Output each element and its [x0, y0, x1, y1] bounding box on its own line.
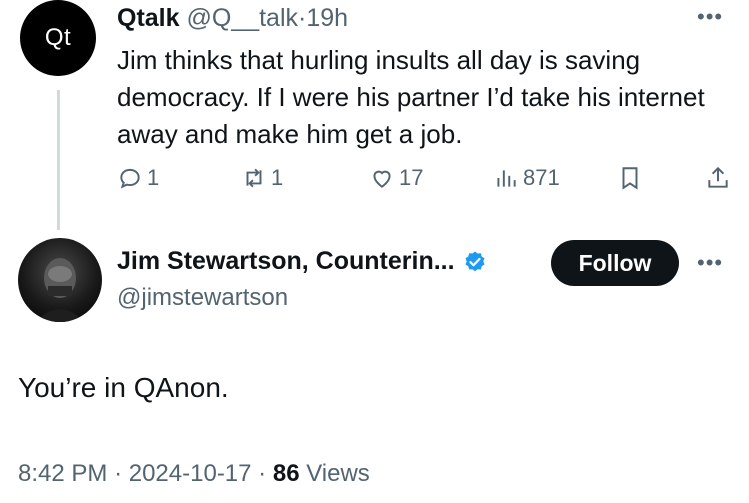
tweet-time[interactable]: 19h — [306, 4, 348, 32]
views-count: 871 — [523, 165, 560, 190]
avatar-qtalk[interactable]: Qt — [20, 0, 96, 76]
reply-author-name[interactable]: Jim Stewartson, Counterin... — [117, 247, 455, 276]
views-number: 86 — [272, 460, 300, 487]
share-button[interactable] — [705, 165, 731, 191]
share-icon — [708, 166, 728, 188]
views-button[interactable]: 871 — [493, 165, 560, 191]
reply-count: 1 — [147, 165, 160, 190]
thread-connector-line — [57, 90, 60, 230]
analytics-icon — [497, 170, 516, 187]
tweet-time[interactable]: 8:42 PM — [18, 460, 107, 487]
repost-button[interactable]: 1 — [241, 165, 283, 191]
reply-icon — [120, 168, 140, 189]
more-options-icon[interactable]: ••• — [697, 4, 723, 30]
separator: · — [114, 460, 123, 487]
tweet-header: Qtalk @Q__talk·19h — [117, 4, 348, 33]
tweet-metadata: 8:42 PM · 2024-10-17 · 86 Views — [18, 460, 370, 488]
reply-tweet-text: You’re in QAnon. — [18, 372, 229, 403]
tweet-text: Jim thinks that hurling insults all day … — [117, 45, 705, 149]
tweet-date[interactable]: 2024-10-17 — [129, 460, 252, 487]
follow-button[interactable]: Follow — [551, 240, 679, 286]
views-label: Views — [306, 460, 370, 487]
reply-author-handle[interactable]: @jimstewartson — [117, 284, 288, 312]
avatar-text: Qt — [44, 24, 72, 51]
verified-badge-icon[interactable] — [463, 250, 487, 274]
reply-more-options-icon[interactable]: ••• — [697, 250, 723, 276]
heart-icon — [373, 170, 391, 188]
reply-author-row: Jim Stewartson, Counterin... — [117, 247, 487, 276]
tweet-actions: 1 1 17 871 — [117, 165, 737, 195]
author-name[interactable]: Qtalk — [117, 4, 180, 32]
repost-icon — [246, 168, 262, 188]
avatar-jim-stewartson[interactable] — [18, 238, 102, 322]
bookmark-button[interactable] — [617, 165, 643, 191]
separator: · — [258, 460, 267, 487]
repost-count: 1 — [271, 165, 284, 190]
bookmark-icon — [622, 167, 638, 190]
avatar-portrait-icon — [36, 258, 84, 322]
author-handle[interactable]: @Q__talk — [186, 4, 298, 32]
like-button[interactable]: 17 — [369, 165, 423, 191]
like-count: 17 — [399, 165, 424, 190]
reply-button[interactable]: 1 — [117, 165, 159, 191]
